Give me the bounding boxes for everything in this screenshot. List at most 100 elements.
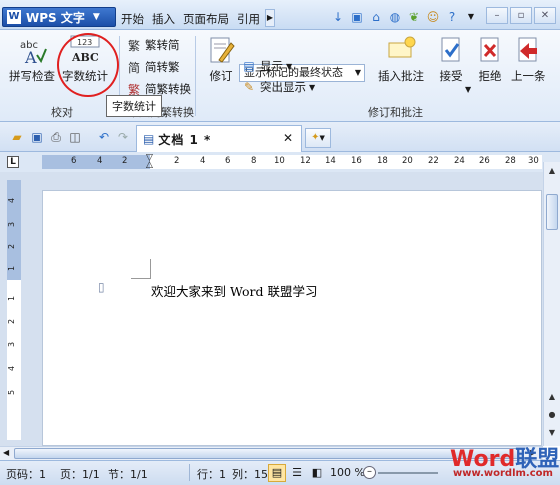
restore-icon[interactable]: ▫: [510, 7, 532, 24]
document-body-text[interactable]: 欢迎大家来到 Word 联盟学习: [151, 281, 317, 300]
ruler-tick: 2: [7, 243, 17, 250]
close-icon[interactable]: ✕: [283, 131, 293, 145]
tab-references[interactable]: 引用: [237, 11, 260, 27]
outline-view-icon[interactable]: ☰: [288, 464, 306, 482]
vertical-scrollbar[interactable]: ▲ ▲ ● ▼: [543, 162, 560, 446]
accept-icon: [435, 34, 467, 66]
zoom-out-icon[interactable]: –: [363, 466, 376, 479]
print-icon[interactable]: ⎙: [48, 129, 64, 145]
tab-stop-selector[interactable]: L: [7, 156, 19, 168]
window-controls: – ▫ ✕: [486, 7, 556, 24]
leaf-icon[interactable]: ❦: [406, 9, 422, 25]
next-page-icon[interactable]: ▼: [545, 426, 559, 440]
previous-button[interactable]: 上一条: [511, 34, 546, 84]
horizontal-ruler[interactable]: 6 4 2 2 4 6 8 10 12 14 16 18 20 22 24 26…: [42, 154, 542, 170]
arrow-down-icon[interactable]: ↓: [330, 9, 346, 25]
revise-label: 修订: [209, 69, 233, 83]
spellcheck-button[interactable]: abc A 拼写检查: [9, 34, 55, 84]
wps-logo-icon: W: [7, 10, 21, 24]
document-tab-name: 文档 1 *: [158, 132, 212, 147]
scroll-thumb[interactable]: [546, 194, 558, 230]
highlight-circle: [57, 33, 119, 97]
convert-simp-icon: 简: [127, 60, 140, 75]
redo-icon[interactable]: ↷: [115, 129, 131, 145]
trad-to-simp-label: 繁转简: [145, 38, 180, 52]
user-face-icon[interactable]: ☺: [425, 9, 441, 25]
close-icon[interactable]: ✕: [534, 7, 556, 24]
tab-home[interactable]: 开始: [121, 11, 144, 27]
ruler-tick: 8: [251, 156, 257, 166]
revise-button[interactable]: 修订: [205, 34, 237, 84]
group-label-track: 修订和批注: [368, 106, 423, 119]
previous-page-icon[interactable]: ▲: [545, 390, 559, 404]
web-view-icon[interactable]: ◧: [308, 464, 326, 482]
help-icon[interactable]: ?: [444, 9, 460, 25]
simp-to-trad-button[interactable]: 简 简转繁: [126, 59, 180, 75]
title-bar: W WPS 文字 ▼ 开始 插入 页面布局 引用 ▶ ↓ ▣ ⌂ ◍ ❦ ☺ ?…: [0, 0, 560, 30]
ruler-tick: 4: [200, 156, 206, 166]
ruler-tick: 1: [7, 295, 17, 302]
zoom-slider[interactable]: [378, 472, 438, 474]
ruler-tick: 1: [7, 265, 17, 272]
status-page-code: 页码：1: [6, 468, 46, 481]
window-icon[interactable]: ▣: [349, 9, 365, 25]
scroll-up-icon[interactable]: ▲: [545, 164, 559, 178]
home-icon[interactable]: ⌂: [368, 9, 384, 25]
reject-icon: [474, 34, 506, 66]
ruler-tick: 16: [351, 156, 362, 166]
show-markup-icon: ▤: [243, 59, 255, 73]
ruler-tick: 4: [97, 156, 103, 166]
tab-page-layout[interactable]: 页面布局: [183, 11, 229, 27]
save-icon[interactable]: ▣: [29, 129, 45, 145]
trad-to-simp-button[interactable]: 繁 繁转简: [126, 37, 180, 53]
tab-insert[interactable]: 插入: [152, 11, 175, 27]
new-document-button[interactable]: ✦▼: [305, 128, 331, 148]
accept-dropdown[interactable]: ▼: [465, 85, 471, 94]
show-label: 显示: [260, 59, 283, 73]
more-tabs-arrow-icon[interactable]: ▶: [265, 9, 275, 27]
highlight-button[interactable]: ✎ 突出显示 ▼: [241, 79, 315, 95]
new-document-icon: ✦: [311, 132, 320, 143]
insert-comment-label: 插入批注: [378, 69, 424, 83]
chevron-down-icon: ▼: [465, 85, 472, 94]
insert-comment-button[interactable]: 插入批注: [378, 34, 424, 84]
title-toolbar: ↓ ▣ ⌂ ◍ ❦ ☺ ? ▼: [330, 9, 479, 25]
show-button[interactable]: ▤ 显示 ▼: [241, 58, 292, 74]
help-dropdown-icon[interactable]: ▼: [463, 9, 479, 25]
highlight-pen-icon: ✎: [243, 80, 255, 94]
minimize-icon[interactable]: –: [486, 7, 508, 24]
tab-document-1[interactable]: ▤ 文档 1 * ✕: [136, 125, 302, 152]
status-column: 列：15: [232, 468, 268, 481]
status-row: 行：1: [197, 468, 226, 481]
indent-marker-icon[interactable]: ▽ △: [146, 154, 153, 170]
document-page[interactable]: [42, 190, 542, 446]
svg-text:A: A: [24, 48, 37, 65]
open-folder-icon[interactable]: ▰: [9, 129, 25, 145]
accept-button[interactable]: 接受: [435, 34, 467, 84]
horizontal-scroll-thumb[interactable]: [14, 448, 524, 459]
page-view-icon[interactable]: ▤: [268, 464, 286, 482]
menu-tabs: 开始 插入 页面布局 引用: [121, 11, 260, 27]
vertical-ruler[interactable]: 4 3 2 1 1 2 3 4 5: [7, 180, 21, 440]
ruler-tick: 12: [300, 156, 311, 166]
zoom-level: 100 %: [330, 466, 365, 479]
ruler-tick: 22: [428, 156, 439, 166]
globe-icon[interactable]: ◍: [387, 9, 403, 25]
reject-button[interactable]: 拒绝: [474, 34, 506, 84]
ruler-tick: 4: [7, 365, 17, 372]
app-menu-button[interactable]: W WPS 文字 ▼: [2, 7, 116, 27]
ruler-tick: 3: [7, 341, 17, 348]
ruler-tick: 20: [402, 156, 413, 166]
undo-icon[interactable]: ↶: [96, 129, 112, 145]
scroll-left-icon[interactable]: ◀: [3, 448, 9, 457]
print-preview-icon[interactable]: ◫: [67, 129, 83, 145]
ruler-tick: 6: [225, 156, 231, 166]
insert-comment-icon: [385, 34, 417, 66]
ruler-tick: 2: [7, 318, 17, 325]
highlight-label: 突出显示: [260, 80, 306, 94]
select-browse-icon[interactable]: ●: [545, 408, 559, 422]
status-page: 页：1/1: [60, 468, 100, 481]
ruler-tick: 28: [505, 156, 516, 166]
previous-label: 上一条: [511, 69, 546, 83]
app-name: WPS 文字: [26, 10, 85, 25]
